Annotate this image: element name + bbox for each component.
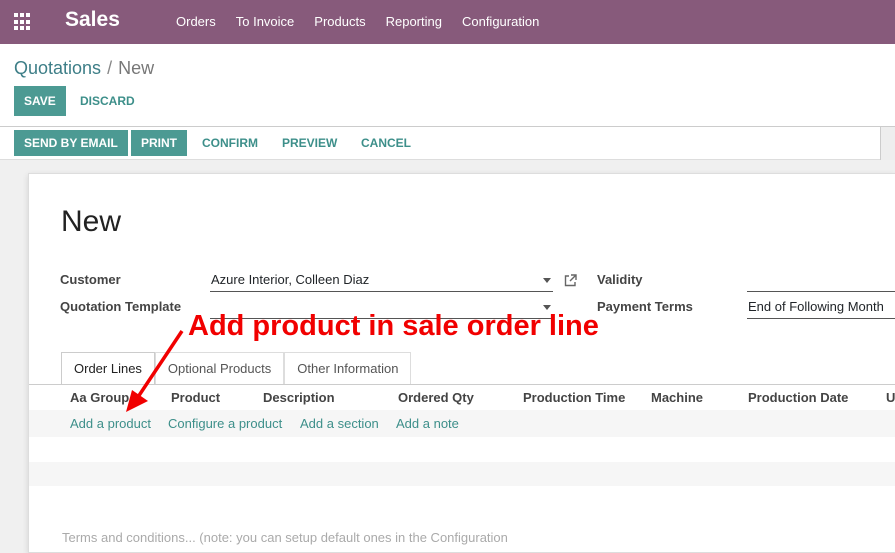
status-bar-edge [880,127,895,160]
validity-field[interactable] [747,270,895,292]
column-header-machine[interactable]: Machine [651,390,703,405]
status-bar: SEND BY EMAIL PRINT CONFIRM PREVIEW CANC… [0,127,895,160]
customer-field[interactable]: Azure Interior, Colleen Diaz [210,270,553,292]
quotation-template-label: Quotation Template [60,299,182,314]
add-section-link[interactable]: Add a section [300,416,379,431]
form-tabs: Order Lines Optional Products Other Info… [61,352,412,384]
customer-dropdown-icon[interactable] [543,278,551,283]
cancel-button[interactable]: CANCEL [351,129,421,158]
send-by-email-button[interactable]: SEND BY EMAIL [14,130,128,156]
control-panel: Quotations / New SAVE DISCARD [0,44,895,127]
annotation-label: Add product in sale order line [188,310,599,342]
add-product-link[interactable]: Add a product [70,416,151,431]
tab-other-information[interactable]: Other Information [284,352,412,384]
breadcrumb-quotations[interactable]: Quotations [14,58,101,78]
customer-value: Azure Interior, Colleen Diaz [211,272,370,287]
payment-terms-field[interactable]: End of Following Month [747,297,895,319]
discard-button[interactable]: DISCARD [70,87,145,116]
external-link-icon[interactable] [564,274,577,287]
column-header-production-time[interactable]: Production Time [523,390,625,405]
payment-terms-value: End of Following Month [748,299,884,314]
menu-reporting[interactable]: Reporting [386,14,442,29]
top-navbar: Sales Orders To Invoice Products Reporti… [0,0,895,44]
order-lines-empty-row [29,462,895,486]
print-button[interactable]: PRINT [131,130,187,156]
menu-to-invoice[interactable]: To Invoice [236,14,295,29]
customer-label: Customer [60,272,121,287]
column-header-u[interactable]: U [886,390,895,405]
confirm-button[interactable]: CONFIRM [192,129,268,158]
save-button[interactable]: SAVE [14,86,66,116]
menu-products[interactable]: Products [314,14,365,29]
app-name[interactable]: Sales [65,8,120,32]
payment-terms-label: Payment Terms [597,299,693,314]
grid-icon[interactable] [14,13,32,31]
preview-button[interactable]: PREVIEW [272,129,347,158]
menu-orders[interactable]: Orders [176,14,216,29]
breadcrumb: Quotations / New [14,58,154,79]
validity-label: Validity [597,272,643,287]
annotation-arrow-icon [126,330,184,412]
column-header-description[interactable]: Description [263,390,335,405]
configure-product-link[interactable]: Configure a product [168,416,282,431]
breadcrumb-separator: / [107,58,113,78]
top-menu: Orders To Invoice Products Reporting Con… [176,14,539,29]
breadcrumb-current: New [118,58,155,78]
terms-and-conditions-field[interactable]: Terms and conditions... (note: you can s… [62,530,508,545]
menu-configuration[interactable]: Configuration [462,14,539,29]
record-title: New [61,205,122,238]
add-note-link[interactable]: Add a note [396,416,459,431]
column-header-production-date[interactable]: Production Date [748,390,848,405]
column-header-ordered-qty[interactable]: Ordered Qty [398,390,474,405]
